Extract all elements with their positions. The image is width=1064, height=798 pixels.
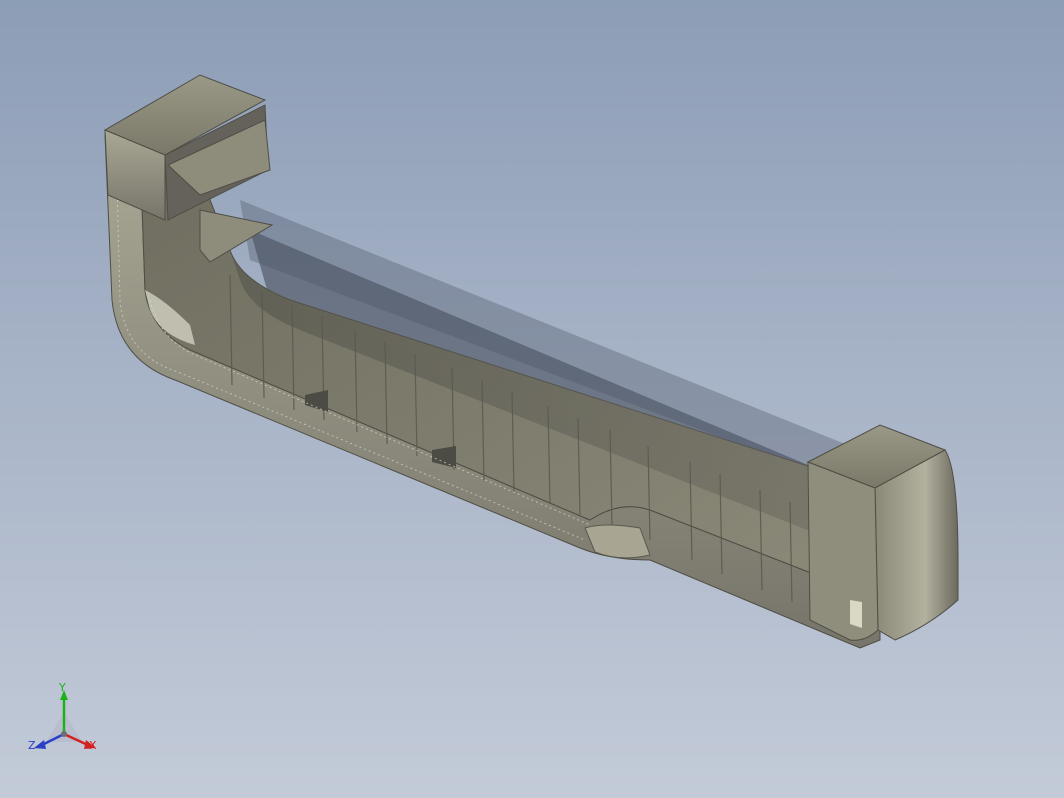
- right-block-slot: [850, 600, 862, 628]
- axis-y-label: Y: [59, 681, 66, 694]
- graphics-viewport[interactable]: Y X Z: [0, 0, 1064, 798]
- axis-z-label: Z: [28, 739, 36, 752]
- axis-x-label: X: [89, 739, 97, 752]
- view-orientation-triad: Y X Z: [24, 682, 108, 758]
- right-block-front: [807, 461, 879, 641]
- part-model[interactable]: [0, 0, 1064, 798]
